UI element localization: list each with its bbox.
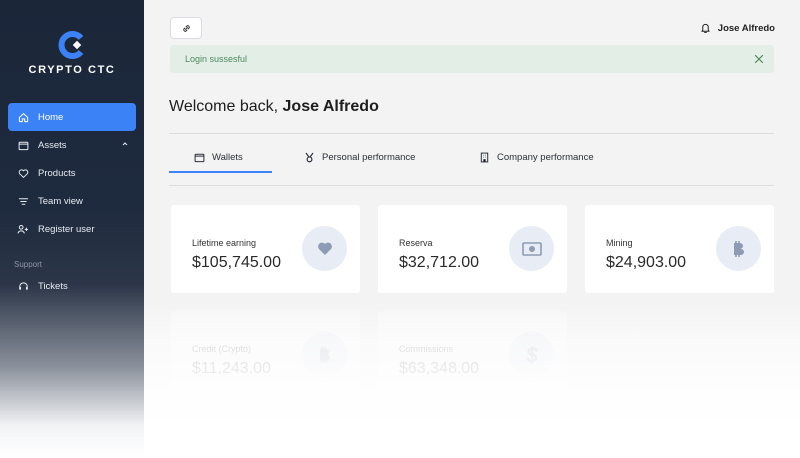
stat-card-mining[interactable]: Mining $24,903.00	[585, 205, 774, 293]
success-alert: Login sussesful	[170, 45, 774, 73]
tab-bar: Wallets Personal performance Company per…	[169, 143, 774, 173]
chevron-up-icon[interactable]	[121, 140, 129, 148]
card-icon-circle	[302, 332, 347, 377]
bitcoin-icon	[319, 346, 330, 363]
wallet-icon	[17, 139, 29, 151]
card-label: Lifetime earning	[192, 238, 257, 248]
sidebar-nav: Home Assets Products Team view Register …	[8, 103, 136, 243]
heart-icon	[317, 242, 332, 255]
stat-card-credit-crypto[interactable]: Credit (Crypto) $11,243.00	[171, 311, 360, 399]
welcome-user-name: Jose Alfredo	[282, 98, 379, 115]
heart-icon	[17, 167, 29, 179]
card-label: Reserva	[399, 238, 433, 248]
medal-icon	[305, 152, 314, 162]
card-label: Mining	[606, 238, 633, 248]
stat-card-lifetime-earning[interactable]: Lifetime earning $105,745.00	[171, 205, 360, 293]
building-icon	[480, 152, 489, 162]
card-value: $11,243.00	[192, 360, 271, 377]
welcome-prefix: Welcome back,	[169, 98, 279, 115]
banknote-icon	[521, 241, 542, 256]
headset-icon	[17, 280, 29, 292]
tab-label: Company performance	[497, 151, 594, 163]
card-label: Credit (Crypto)	[192, 344, 252, 354]
sidebar-item-assets[interactable]: Assets	[8, 131, 136, 159]
sidebar-item-label: Assets	[38, 139, 67, 151]
tab-company-performance[interactable]: Company performance	[479, 143, 594, 171]
main-content: Jose Alfredo Login sussesful Welcome bac…	[144, 0, 800, 458]
support-section-label: Support	[14, 260, 43, 269]
brand-logo[interactable]: CRYPTO CTC	[0, 30, 144, 76]
tab-label: Personal performance	[322, 151, 416, 163]
card-label: Commissions	[399, 344, 454, 354]
card-icon-circle	[509, 226, 554, 271]
tab-label: Wallets	[212, 151, 243, 163]
stat-card-commissions[interactable]: Commissions $63,348.00	[378, 311, 567, 399]
card-icon-circle	[509, 332, 554, 377]
card-value: $32,712.00	[399, 254, 480, 271]
stat-card-reserva[interactable]: Reserva $32,712.00	[378, 205, 567, 293]
wallet-icon	[194, 153, 205, 162]
add-user-icon	[17, 223, 29, 235]
card-value: $63,348.00	[399, 360, 480, 377]
dollar-icon	[525, 345, 538, 364]
user-menu[interactable]: Jose Alfredo	[700, 22, 775, 34]
card-icon-circle	[302, 226, 347, 271]
divider	[169, 185, 774, 186]
bell-icon[interactable]	[700, 22, 711, 34]
sidebar-item-team-view[interactable]: Team view	[8, 187, 136, 215]
sidebar-item-home[interactable]: Home	[8, 103, 136, 131]
sidebar-item-register-user[interactable]: Register user	[8, 215, 136, 243]
support-nav: Tickets	[8, 272, 136, 300]
sidebar-item-label: Tickets	[38, 280, 68, 292]
sidebar-item-tickets[interactable]: Tickets	[8, 272, 136, 300]
sidebar-item-label: Home	[38, 111, 64, 123]
alert-message: Login sussesful	[185, 54, 248, 64]
sidebar-item-products[interactable]: Products	[8, 159, 136, 187]
app-window: CRYPTO CTC Home Assets Products Team vie…	[0, 0, 800, 458]
page-title: Welcome back, Jose Alfredo	[169, 98, 379, 116]
logo-icon	[58, 31, 84, 59]
card-value: $24,903.00	[606, 254, 687, 271]
user-name: Jose Alfredo	[717, 22, 775, 34]
copy-link-button[interactable]	[170, 17, 202, 39]
brand-name: CRYPTO CTC	[28, 64, 116, 76]
divider	[169, 133, 774, 134]
tab-wallets[interactable]: Wallets	[194, 143, 243, 171]
sidebar-item-label: Register user	[38, 223, 95, 235]
sidebar-item-label: Products	[38, 167, 76, 179]
bitcoin-icon	[733, 240, 744, 257]
tab-personal-performance[interactable]: Personal performance	[304, 143, 415, 171]
card-icon-circle	[716, 226, 761, 271]
home-icon	[17, 111, 29, 123]
link-icon	[182, 24, 190, 32]
active-tab-indicator	[169, 171, 272, 173]
sidebar-item-label: Team view	[38, 195, 83, 207]
close-icon[interactable]	[754, 54, 764, 64]
filter-icon	[17, 195, 29, 207]
sidebar: CRYPTO CTC Home Assets Products Team vie…	[0, 0, 144, 458]
card-value: $105,745.00	[192, 254, 281, 271]
